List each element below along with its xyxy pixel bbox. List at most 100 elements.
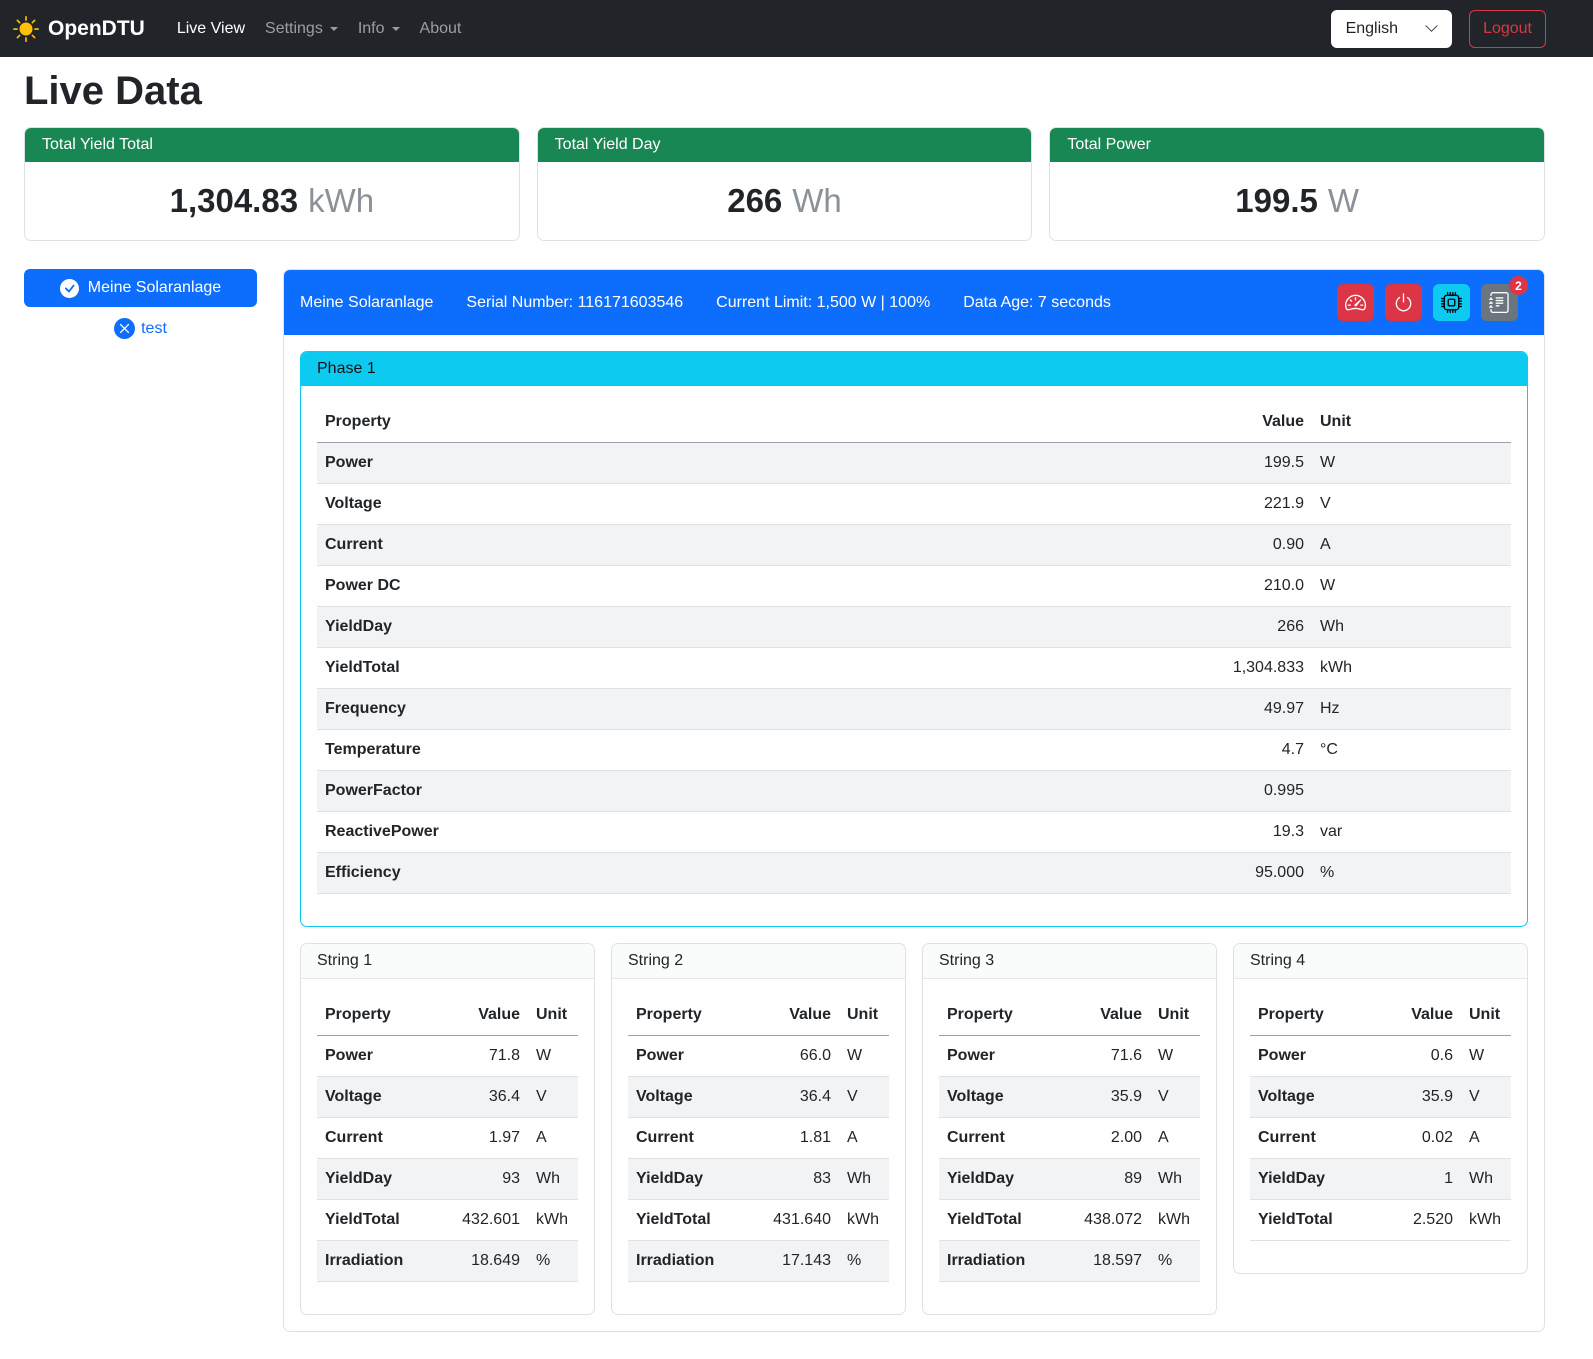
value-cell: 2.00 xyxy=(1058,1118,1150,1159)
unit-cell: A xyxy=(1461,1118,1511,1159)
radio-stats-button[interactable] xyxy=(1433,284,1470,321)
value-cell: 210.0 xyxy=(1112,566,1312,607)
language-select[interactable]: English xyxy=(1331,10,1452,48)
table-row: Voltage35.9V xyxy=(939,1077,1200,1118)
unit-cell: Wh xyxy=(1312,607,1511,648)
table-row: Power71.6W xyxy=(939,1036,1200,1077)
table-header-row: Property Value Unit xyxy=(1250,995,1511,1036)
power-toggle-button[interactable] xyxy=(1385,284,1422,321)
value-cell: 83 xyxy=(747,1159,839,1200)
column-header-value: Value xyxy=(1112,402,1312,443)
unit-cell: W xyxy=(1312,443,1511,484)
column-header-unit: Unit xyxy=(839,995,889,1036)
sidebar-item-label: test xyxy=(141,320,167,338)
unit-cell: A xyxy=(839,1118,889,1159)
string-title: String 3 xyxy=(923,944,1216,979)
value-cell: 35.9 xyxy=(1058,1077,1150,1118)
table-row: Irradiation18.649% xyxy=(317,1241,578,1282)
nav-item-settings[interactable]: Settings xyxy=(255,12,348,46)
sidebar-item-test-inverter[interactable]: test xyxy=(24,318,257,339)
string-3-table: Property Value Unit Power71.6WVoltage35.… xyxy=(939,995,1200,1282)
brand-link[interactable]: OpenDTU xyxy=(13,16,145,42)
inverter-data-age: Data Age: 7 seconds xyxy=(963,294,1111,312)
value-cell: 1.81 xyxy=(747,1118,839,1159)
table-row: Current1.81A xyxy=(628,1118,889,1159)
event-log-button[interactable]: 2 xyxy=(1481,284,1518,321)
property-cell: Voltage xyxy=(317,1077,436,1118)
value-cell: 2.520 xyxy=(1369,1200,1461,1241)
unit-cell: % xyxy=(1150,1241,1200,1282)
inverter-sidebar: Meine Solaranlage test xyxy=(24,269,257,339)
unit-cell: V xyxy=(1150,1077,1200,1118)
table-row: Current0.90A xyxy=(317,525,1511,566)
value-cell: 0.02 xyxy=(1369,1118,1461,1159)
unit-cell: % xyxy=(1312,853,1511,894)
value-cell: 438.072 xyxy=(1058,1200,1150,1241)
property-cell: Current xyxy=(939,1118,1058,1159)
unit-cell: kWh xyxy=(839,1200,889,1241)
table-row: YieldDay93Wh xyxy=(317,1159,578,1200)
property-cell: YieldTotal xyxy=(939,1200,1058,1241)
page-title: Live Data xyxy=(24,69,1545,113)
column-header-value: Value xyxy=(1369,995,1461,1036)
card-unit: Wh xyxy=(792,182,842,220)
value-cell: 89 xyxy=(1058,1159,1150,1200)
table-row: YieldTotal431.640kWh xyxy=(628,1200,889,1241)
card-title: Total Yield Total xyxy=(25,128,519,162)
unit-cell: Wh xyxy=(839,1159,889,1200)
inverter-panel: Meine Solaranlage Serial Number: 1161716… xyxy=(283,269,1545,1332)
property-cell: YieldDay xyxy=(628,1159,747,1200)
nav-item-info[interactable]: Info xyxy=(348,12,410,46)
card-total-power: Total Power 199.5 W xyxy=(1049,127,1545,241)
value-cell: 199.5 xyxy=(1112,443,1312,484)
table-row: Voltage36.4V xyxy=(317,1077,578,1118)
property-cell: Voltage xyxy=(939,1077,1058,1118)
nav-item-live-view[interactable]: Live View xyxy=(167,12,255,46)
string-title: String 4 xyxy=(1234,944,1527,979)
property-cell: YieldDay xyxy=(317,607,1112,648)
table-row: Frequency49.97Hz xyxy=(317,689,1511,730)
card-value: 199.5 xyxy=(1235,182,1318,220)
property-cell: Current xyxy=(317,1118,436,1159)
unit-cell: V xyxy=(1461,1077,1511,1118)
table-row: Power71.8W xyxy=(317,1036,578,1077)
property-cell: Power xyxy=(939,1036,1058,1077)
phase-table: Property Value Unit Power199.5WVoltage22… xyxy=(317,402,1511,894)
unit-cell: W xyxy=(839,1036,889,1077)
string-4-card: String 4 Property Value Unit xyxy=(1233,943,1528,1274)
property-cell: Irradiation xyxy=(939,1241,1058,1282)
unit-cell: Wh xyxy=(1150,1159,1200,1200)
property-cell: PowerFactor xyxy=(317,771,1112,812)
property-cell: Voltage xyxy=(628,1077,747,1118)
unit-cell: A xyxy=(1150,1118,1200,1159)
column-header-value: Value xyxy=(1058,995,1150,1036)
property-cell: Power DC xyxy=(317,566,1112,607)
value-cell: 266 xyxy=(1112,607,1312,648)
string-2-table: Property Value Unit Power66.0WVoltage36.… xyxy=(628,995,889,1282)
main-container: Live Data Total Yield Total 1,304.83 kWh… xyxy=(24,69,1545,1332)
value-cell: 93 xyxy=(436,1159,528,1200)
table-row: Power0.6W xyxy=(1250,1036,1511,1077)
property-cell: Current xyxy=(1250,1118,1369,1159)
nav-item-about[interactable]: About xyxy=(410,12,472,46)
card-unit: kWh xyxy=(308,182,374,220)
inverter-name: Meine Solaranlage xyxy=(300,294,433,312)
table-row: YieldDay89Wh xyxy=(939,1159,1200,1200)
unit-cell: A xyxy=(1312,525,1511,566)
unit-cell: Wh xyxy=(1461,1159,1511,1200)
property-cell: YieldTotal xyxy=(1250,1200,1369,1241)
table-row: YieldDay83Wh xyxy=(628,1159,889,1200)
table-header-row: Property Value Unit xyxy=(317,402,1511,443)
unit-cell: kWh xyxy=(1150,1200,1200,1241)
table-row: YieldTotal2.520kWh xyxy=(1250,1200,1511,1241)
table-row: Current2.00A xyxy=(939,1118,1200,1159)
phase-title: Phase 1 xyxy=(301,352,1527,386)
sidebar-item-selected-inverter[interactable]: Meine Solaranlage xyxy=(24,269,257,307)
logout-button[interactable]: Logout xyxy=(1469,10,1546,48)
column-header-unit: Unit xyxy=(1461,995,1511,1036)
value-cell: 66.0 xyxy=(747,1036,839,1077)
journal-text-icon xyxy=(1489,292,1510,313)
table-header-row: Property Value Unit xyxy=(628,995,889,1036)
limit-settings-button[interactable] xyxy=(1337,284,1374,321)
value-cell: 221.9 xyxy=(1112,484,1312,525)
